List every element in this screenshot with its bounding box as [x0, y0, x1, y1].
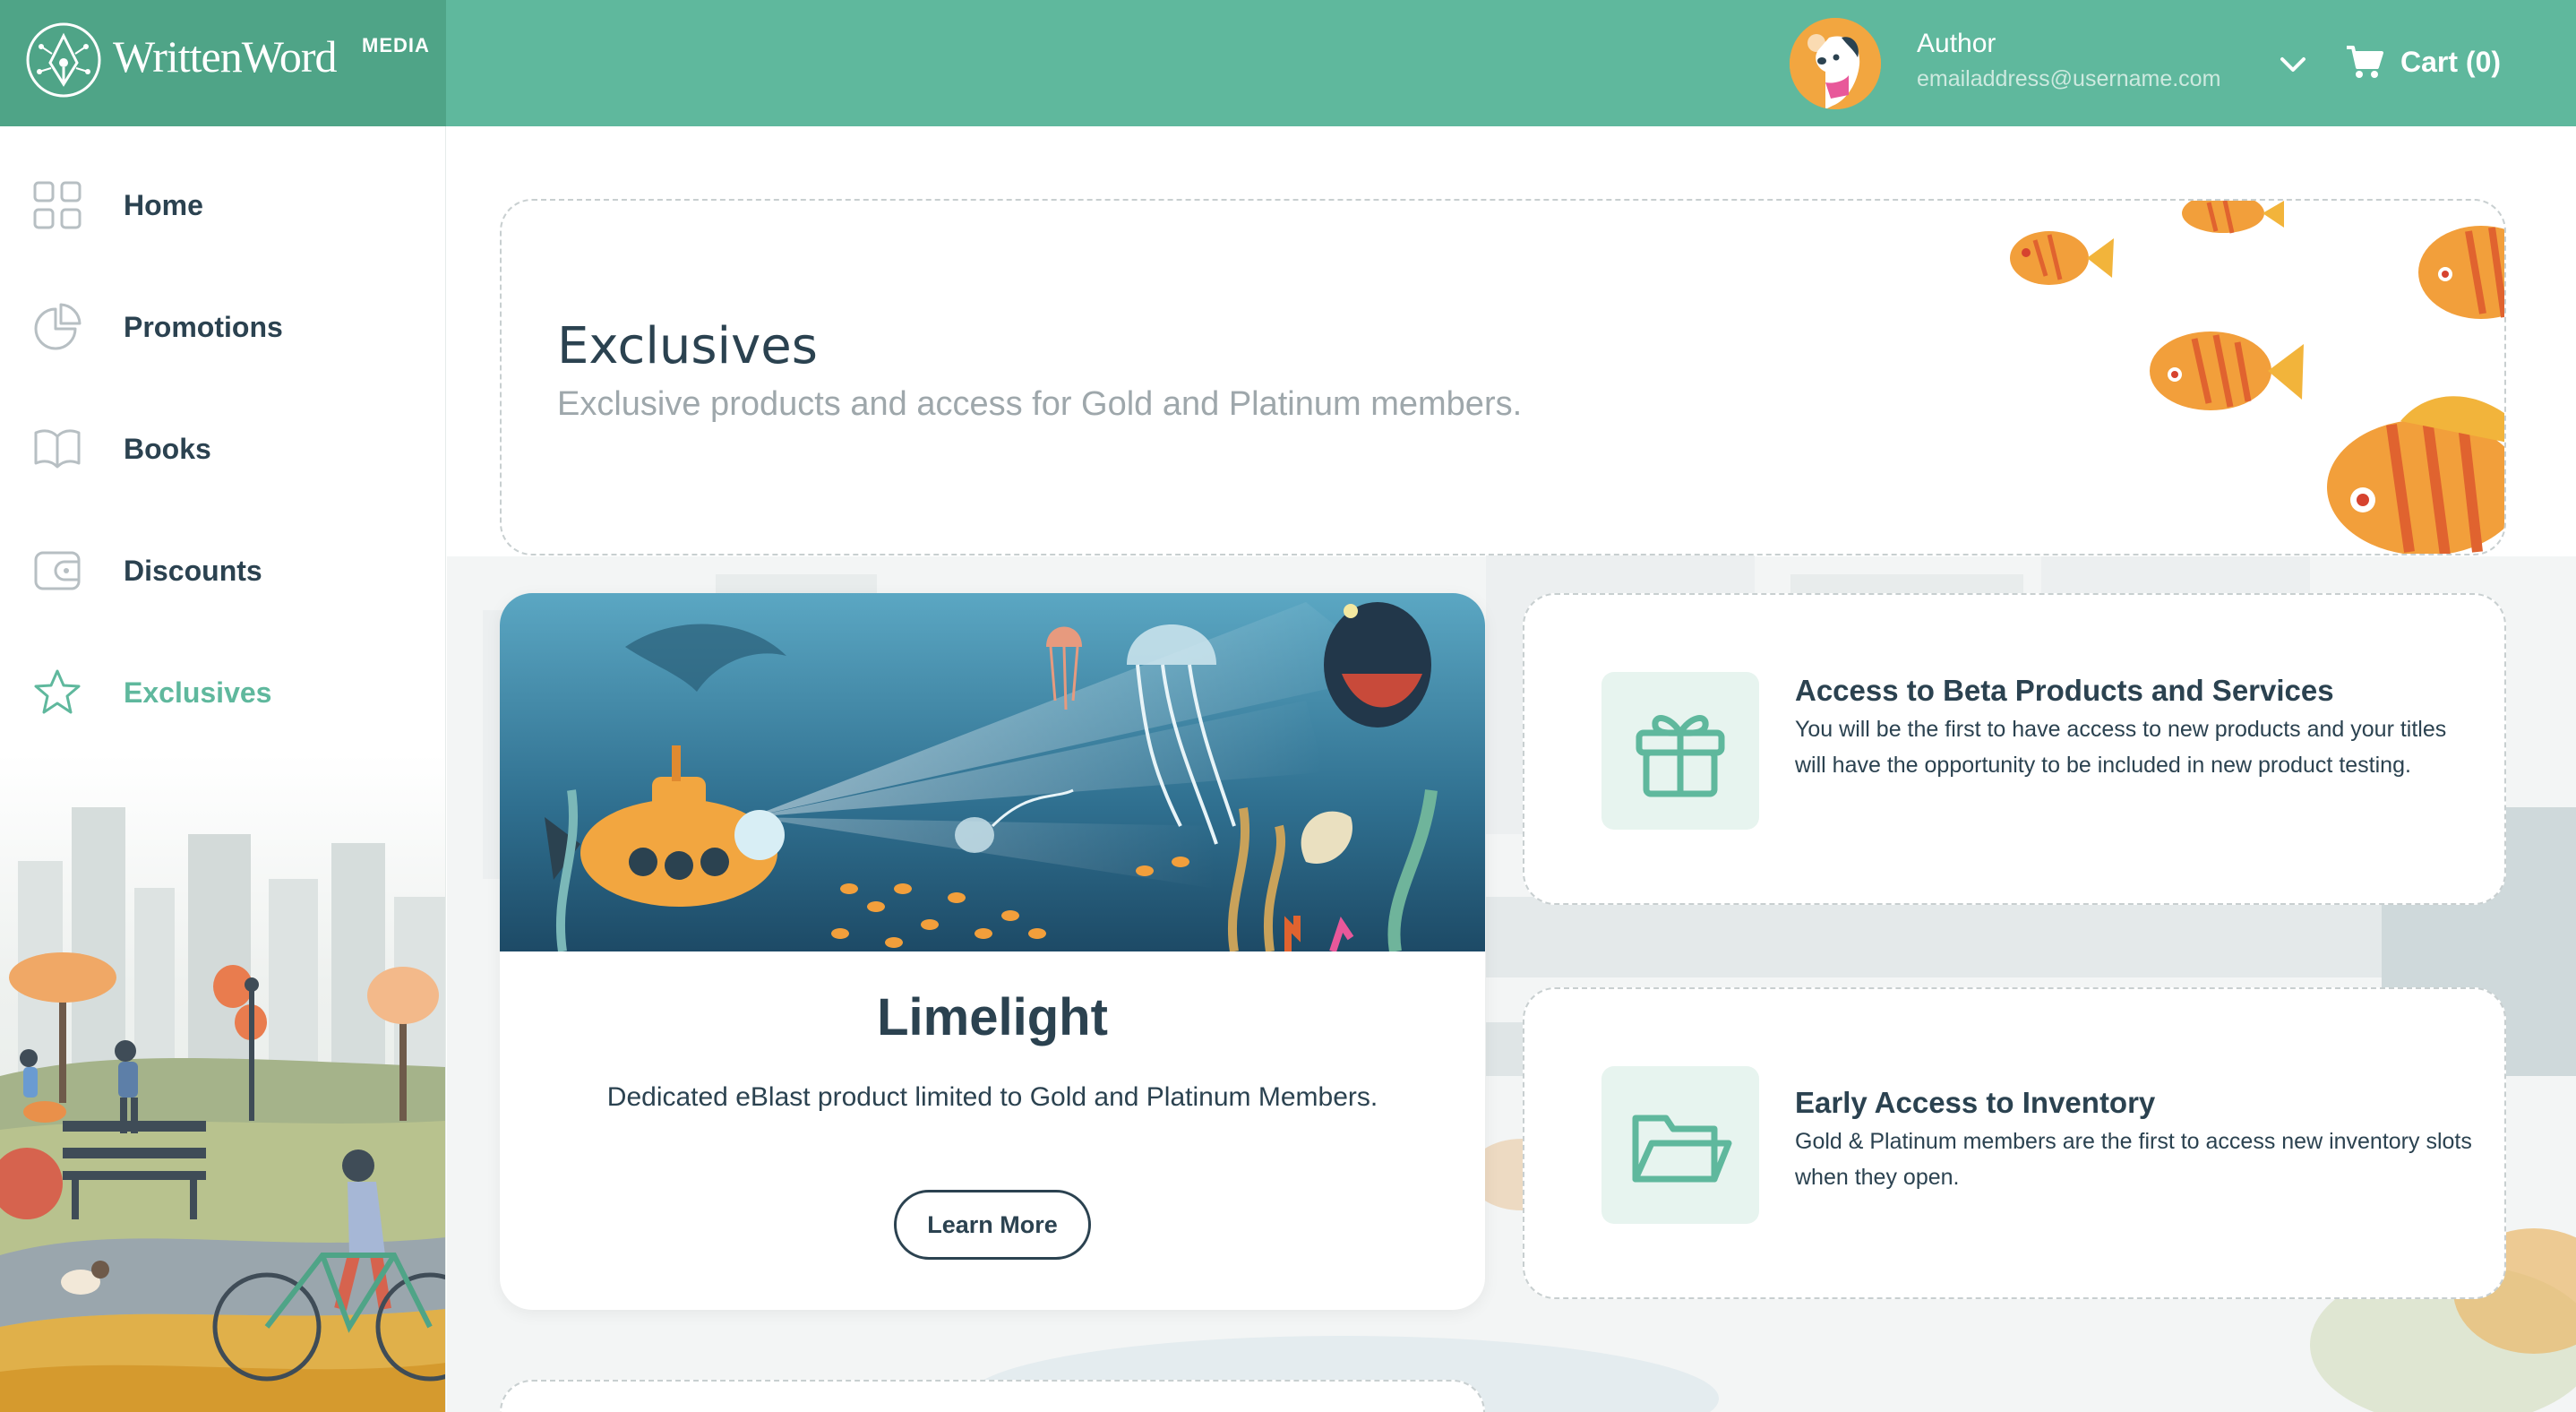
- avatar[interactable]: [1790, 18, 1881, 109]
- feature-icon-tile: [1601, 1066, 1759, 1224]
- dog-avatar-icon: [1790, 18, 1881, 109]
- sidebar: Home Promotions Books Discounts Exclusiv…: [0, 126, 446, 1412]
- user-email: emailaddress@username.com: [1917, 66, 2221, 91]
- user-name: Author: [1917, 29, 1996, 58]
- feature-card-early-inventory: Early Access to Inventory Gold & Platinu…: [1523, 987, 2506, 1299]
- cart-icon: [2347, 46, 2383, 78]
- feature-title: Early Access to Inventory: [1795, 1086, 2156, 1119]
- exclusives-header-card: Exclusives Exclusive products and access…: [500, 199, 2506, 555]
- chevron-down-icon[interactable]: [2279, 54, 2307, 75]
- page-title: Exclusives: [557, 317, 818, 375]
- sidebar-item-exclusives[interactable]: Exclusives: [0, 648, 445, 737]
- sidebar-item-home[interactable]: Home: [0, 160, 445, 250]
- page-subtitle: Exclusive products and access for Gold a…: [557, 385, 1523, 423]
- cart-label: Cart (0): [2400, 45, 2502, 78]
- sidebar-item-label: Home: [124, 188, 203, 221]
- sidebar-item-label: Exclusives: [124, 676, 272, 709]
- feature-card-beta-access: Access to Beta Products and Services You…: [1523, 593, 2506, 905]
- logo[interactable]: WrittenWord MEDIA: [0, 0, 446, 126]
- sidebar-item-books[interactable]: Books: [0, 404, 445, 494]
- feature-body: Gold & Platinum members are the first to…: [1795, 1129, 2472, 1190]
- grid-icon: [33, 181, 82, 229]
- pen-nib-logo-icon: [26, 22, 101, 98]
- fish-illustration: [2010, 201, 2504, 554]
- feature-icon-tile: [1601, 672, 1759, 830]
- feature-body: You will be the first to have access to …: [1795, 717, 2447, 778]
- open-book-icon: [34, 429, 81, 469]
- cart-button[interactable]: Cart (0): [2345, 39, 2501, 84]
- sidebar-item-label: Promotions: [124, 310, 283, 343]
- park-illustration: [0, 753, 445, 1412]
- sidebar-item-label: Books: [124, 432, 211, 465]
- brand-name: WrittenWord: [113, 31, 338, 82]
- next-product-card: [500, 1380, 1485, 1412]
- limelight-title: Limelight: [877, 988, 1108, 1046]
- feature-title: Access to Beta Products and Services: [1795, 674, 2334, 707]
- brand-suffix: MEDIA: [362, 34, 430, 56]
- limelight-description: Dedicated eBlast product limited to Gold…: [606, 1082, 1378, 1112]
- sidebar-item-discounts[interactable]: Discounts: [0, 526, 445, 616]
- gift-icon: [1636, 715, 1725, 797]
- learn-more-button[interactable]: Learn More: [894, 1190, 1091, 1260]
- underwater-illustration: [500, 593, 1485, 951]
- sidebar-item-label: Discounts: [124, 554, 262, 587]
- top-bar: WrittenWord MEDIA Author emailaddress@us…: [0, 0, 2576, 126]
- star-icon: [34, 669, 81, 714]
- sidebar-item-promotions[interactable]: Promotions: [0, 282, 445, 372]
- folder-icon: [1632, 1115, 1732, 1183]
- pie-chart-icon: [34, 303, 82, 350]
- limelight-card: Limelight Dedicated eBlast product limit…: [500, 593, 1485, 1310]
- wallet-icon: [34, 551, 81, 590]
